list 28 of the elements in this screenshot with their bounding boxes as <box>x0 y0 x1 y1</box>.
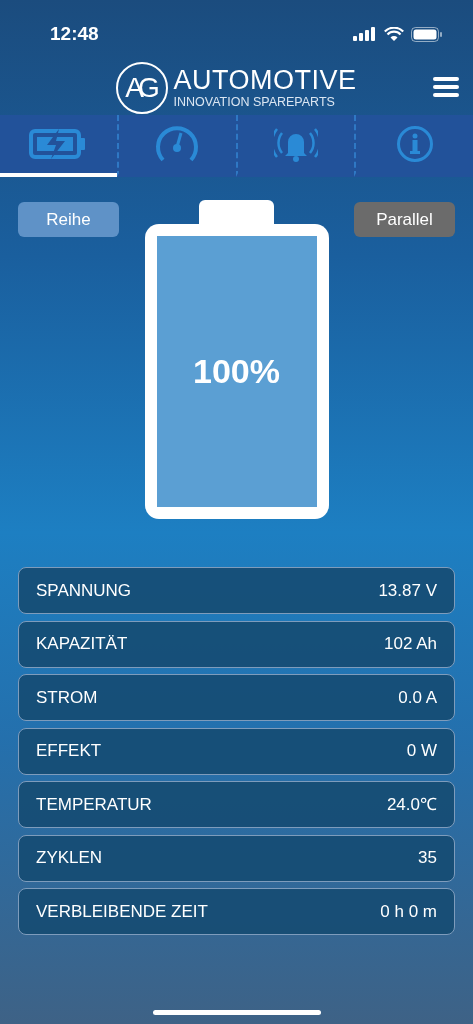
reading-value: 0 h 0 m <box>380 900 437 923</box>
battery-status-icon <box>411 26 443 42</box>
reading-value: 24.0℃ <box>386 793 437 816</box>
signal-icon <box>353 27 377 41</box>
brand-name: AUTOMOTIVE <box>173 66 357 94</box>
reading-value: 102 Ah <box>384 633 437 656</box>
mode-button[interactable]: Parallel <box>354 202 455 237</box>
battery-percentage: 100% <box>193 351 280 392</box>
reading-label: TEMPERATUR <box>36 793 152 816</box>
reading-label: KAPAZITÄT <box>36 633 128 656</box>
reading-label: STROM <box>36 686 98 709</box>
brand-tagline: INNOVATION SPAREPARTS <box>173 95 336 109</box>
reading-label: VERBLEIBENDE ZEIT <box>36 900 208 923</box>
info-icon <box>395 125 434 163</box>
reading-value: 35 <box>418 847 437 870</box>
wifi-icon <box>384 27 404 41</box>
reading-label: SPANNUNG <box>36 579 132 602</box>
reading-label: EFFEKT <box>36 740 102 763</box>
charging-battery-icon <box>29 128 88 160</box>
reading-value: 13.87 V <box>378 579 437 602</box>
reading-value: 0.0 A <box>398 686 437 709</box>
status-time: 12:48 <box>50 21 99 46</box>
mode-button[interactable]: Reihe <box>18 202 119 237</box>
speedometer-icon <box>154 125 201 163</box>
reading-label: ZYKLEN <box>36 847 103 870</box>
logo-monogram: AG <box>116 61 169 114</box>
menu-icon[interactable] <box>433 77 459 97</box>
reading-value: 0 W <box>406 740 437 763</box>
